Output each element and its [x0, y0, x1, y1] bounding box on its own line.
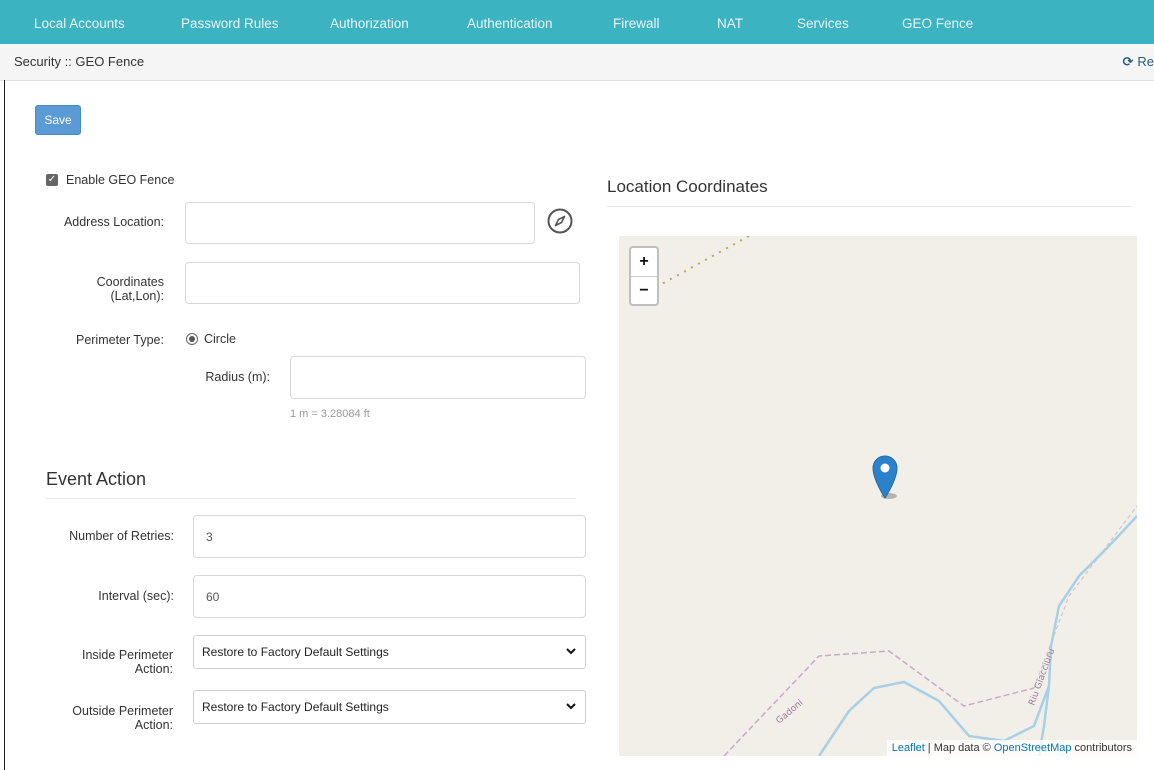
street-label-riu: Riu Giacciuru: [1027, 647, 1057, 707]
radius-label: Radius (m):: [205, 370, 270, 384]
openstreetmap-link[interactable]: OpenStreetMap: [994, 742, 1072, 754]
inside-perimeter-label: Inside Perimeter Action:: [40, 648, 173, 676]
coordinates-label-line1: Coordinates: [96, 275, 164, 289]
inside-perimeter-label-line2: Action:: [134, 662, 173, 676]
zoom-control: + −: [629, 246, 659, 306]
nav-geo-fence[interactable]: GEO Fence: [902, 0, 973, 44]
attribution-end: contributors: [1071, 742, 1132, 754]
inside-perimeter-value: Restore to Factory Default Settings: [202, 645, 389, 659]
map-attribution: Leaflet | Map data © OpenStreetMap contr…: [886, 740, 1137, 756]
refresh-icon: ⟳: [1122, 54, 1134, 69]
attribution-mid: | Map data ©: [924, 742, 994, 754]
location-coordinates-title: Location Coordinates: [607, 177, 768, 196]
circle-radio[interactable]: [186, 333, 198, 345]
chevron-down-icon: [565, 636, 577, 680]
retries-label: Number of Retries:: [69, 529, 174, 543]
outside-perimeter-label-line1: Outside Perimeter: [72, 704, 173, 718]
nav-local-accounts[interactable]: Local Accounts: [34, 0, 125, 44]
nav-authentication[interactable]: Authentication: [467, 0, 553, 44]
nav-authorization[interactable]: Authorization: [330, 0, 409, 44]
circle-radio-label: Circle: [204, 332, 236, 346]
chevron-down-icon: [565, 691, 577, 735]
radius-hint: 1 m = 3.28084 ft: [290, 408, 370, 420]
inside-perimeter-label-line1: Inside Perimeter: [81, 648, 173, 662]
refresh-label: Re: [1137, 54, 1154, 69]
radius-input[interactable]: [290, 356, 586, 399]
outside-perimeter-select[interactable]: Restore to Factory Default Settings: [193, 690, 586, 724]
enable-geo-fence-label: Enable GEO Fence: [66, 173, 175, 187]
coordinates-label: Coordinates (Lat,Lon):: [60, 275, 164, 303]
locate-compass-icon[interactable]: [546, 207, 574, 235]
street-label-gadoni: Gadoni: [775, 698, 806, 726]
event-action-title: Event Action: [46, 469, 147, 489]
page-border: [4, 80, 5, 770]
leaflet-link[interactable]: Leaflet: [892, 742, 925, 754]
inside-perimeter-select[interactable]: Restore to Factory Default Settings: [193, 635, 586, 669]
nav-nat[interactable]: NAT: [717, 0, 743, 44]
breadcrumb: Security :: GEO Fence: [14, 54, 145, 69]
outside-perimeter-label-line2: Action:: [134, 718, 173, 732]
nav-password-rules[interactable]: Password Rules: [181, 0, 279, 44]
event-action-divider: [46, 498, 576, 499]
zoom-out-button[interactable]: −: [631, 277, 657, 305]
retries-input[interactable]: [193, 515, 586, 558]
zoom-in-button[interactable]: +: [631, 248, 657, 277]
outside-perimeter-value: Restore to Factory Default Settings: [202, 700, 389, 714]
interval-label: Interval (sec):: [98, 589, 174, 603]
refresh-button[interactable]: ⟳ Re: [1122, 54, 1154, 70]
address-location-input[interactable]: [185, 202, 535, 244]
breadcrumb-bar: Security :: GEO Fence ⟳ Re: [0, 44, 1154, 81]
map-marker-icon[interactable]: [872, 452, 902, 500]
nav-services[interactable]: Services: [797, 0, 849, 44]
save-button[interactable]: Save: [35, 105, 81, 135]
address-location-label: Address Location:: [63, 215, 164, 229]
interval-input[interactable]: [193, 575, 586, 618]
perimeter-type-label: Perimeter Type:: [75, 333, 164, 347]
nav-firewall[interactable]: Firewall: [613, 0, 660, 44]
map[interactable]: Gadoni Riu Giacciuru + − Leaflet | Map d…: [619, 236, 1137, 756]
location-divider: [607, 206, 1131, 207]
coordinates-label-line2: (Lat,Lon):: [110, 289, 164, 303]
coordinates-input[interactable]: [185, 262, 580, 304]
outside-perimeter-label: Outside Perimeter Action:: [40, 704, 173, 732]
enable-geo-fence-checkbox[interactable]: ✓: [46, 174, 58, 186]
top-nav: Local Accounts Password Rules Authorizat…: [0, 0, 1154, 45]
